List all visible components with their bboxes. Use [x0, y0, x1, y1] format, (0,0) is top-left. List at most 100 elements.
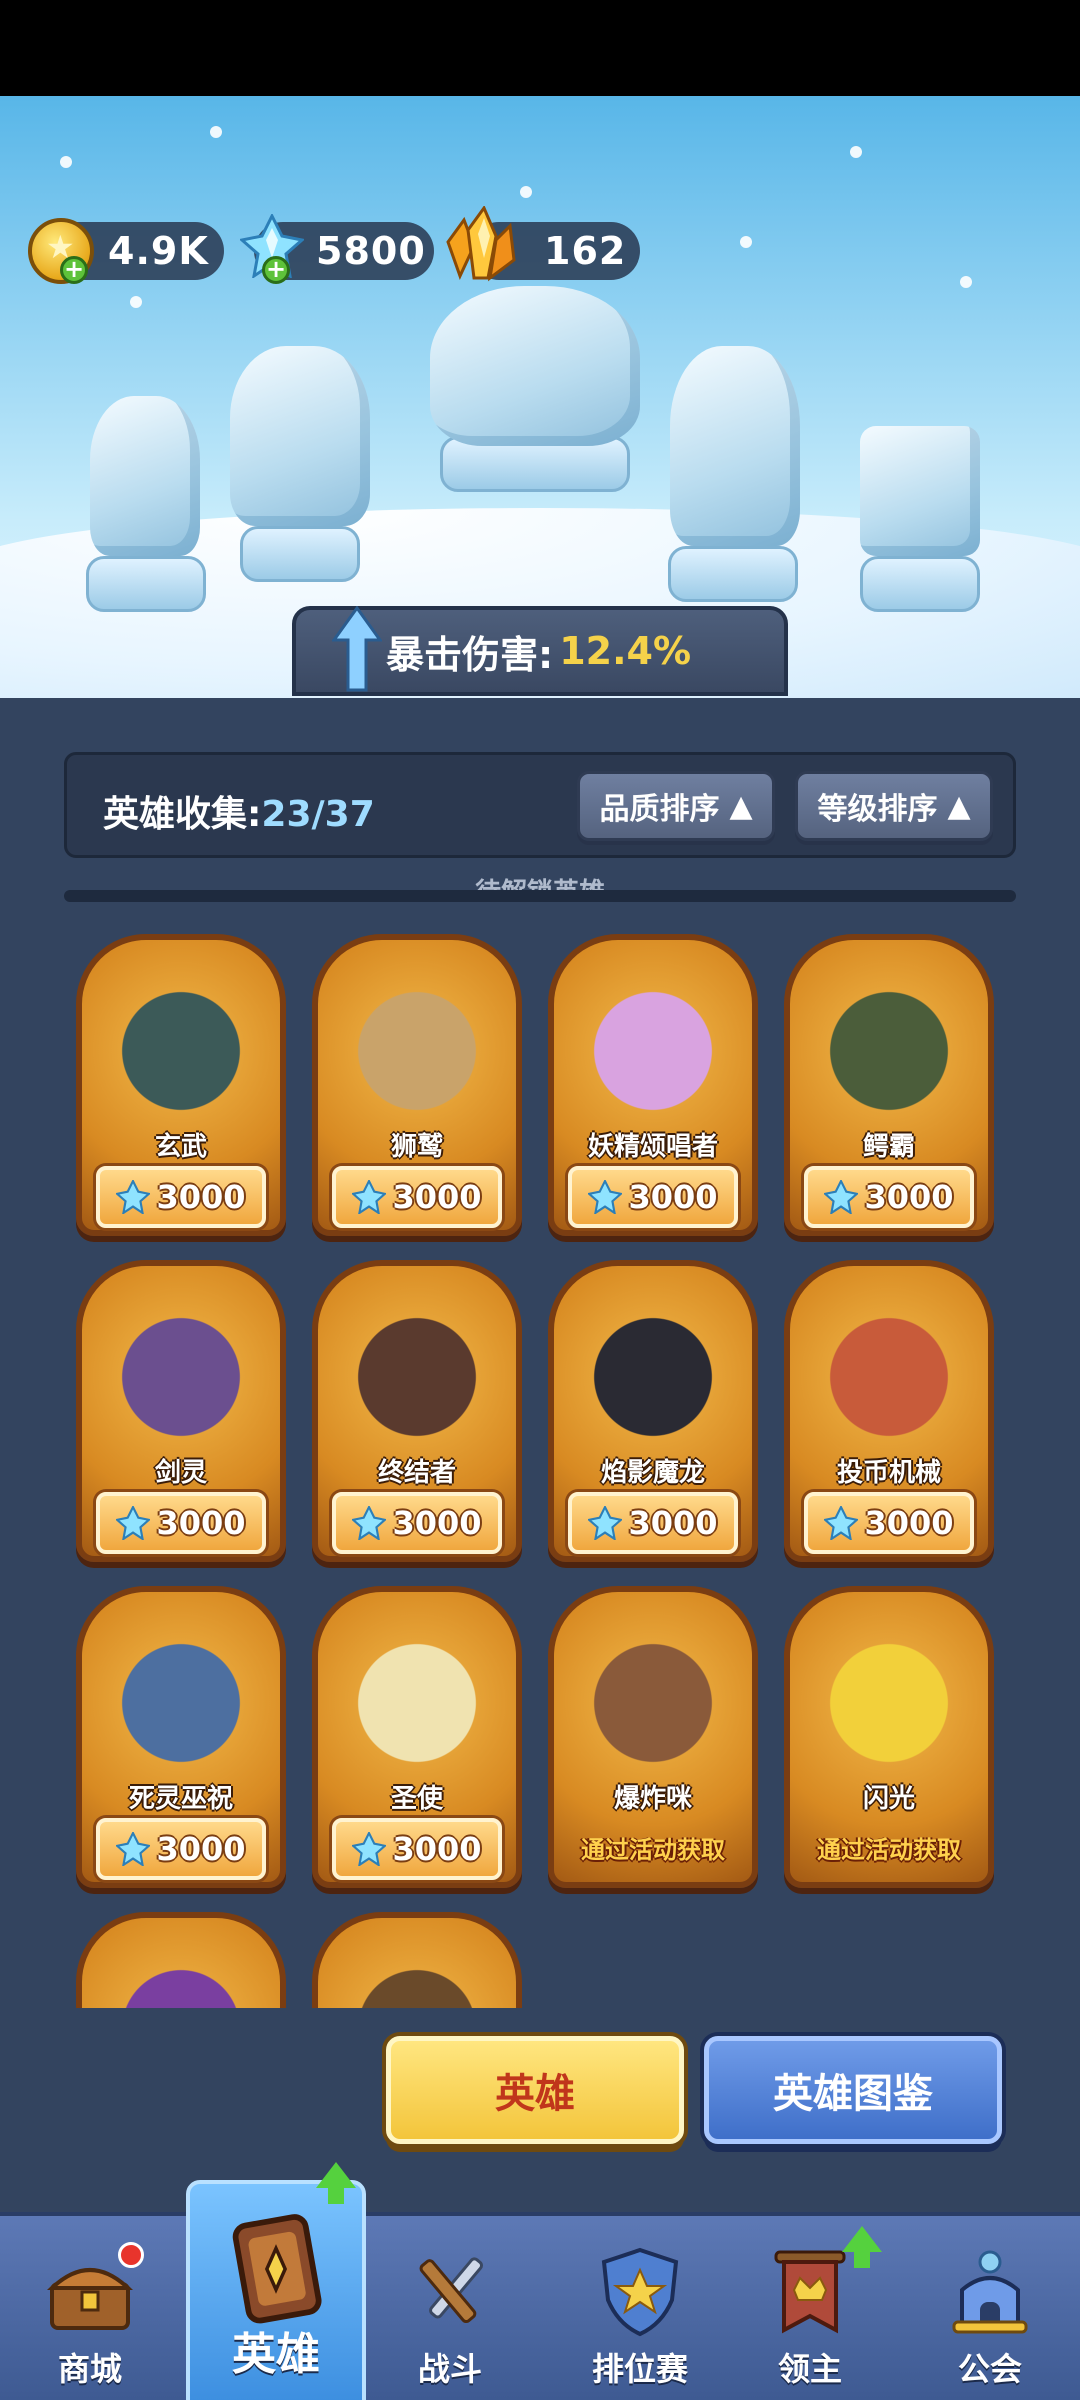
hero-card[interactable]: 终结者 3000	[312, 1260, 522, 1562]
hero-card[interactable]: 妖精颂唱者 3000	[548, 934, 758, 1236]
blue-crystal-icon	[824, 1180, 859, 1214]
hero-portrait	[814, 976, 964, 1126]
blue-crystal-icon	[352, 1832, 387, 1866]
unlock-button[interactable]: 3000	[332, 1492, 502, 1554]
hero-name: 妖精颂唱者	[587, 1132, 718, 1162]
hero-codex-button[interactable]: 英雄图鉴	[704, 2036, 1002, 2144]
sort-level-label: 等级排序	[817, 792, 938, 827]
unlock-price: 3000	[864, 1178, 954, 1216]
hero-portrait	[814, 1302, 964, 1452]
sort-by-quality-button[interactable]: 品质排序 ▲	[577, 771, 775, 841]
add-coins-icon[interactable]: +	[60, 256, 88, 284]
nav-heroes[interactable]: 英雄	[186, 2162, 366, 2400]
event-acquire-text: 通过活动获取	[581, 1836, 725, 1864]
hero-name: 圣使	[390, 1784, 443, 1814]
hero-portrait	[342, 1628, 492, 1778]
nav-battle-label: 战斗	[417, 2350, 482, 2388]
hero-card[interactable]: 闪光 通过活动获取	[784, 1586, 994, 1888]
sort-by-level-button[interactable]: 等级排序 ▲	[795, 771, 993, 841]
warrior-statue	[90, 396, 200, 556]
statue-pedestal	[860, 556, 980, 612]
blue-crystal-icon	[588, 1180, 623, 1214]
unlock-price: 3000	[628, 1178, 718, 1216]
hero-card[interactable]: 玄武 3000	[76, 934, 286, 1236]
statue-pedestal	[86, 556, 206, 612]
unlock-price: 3000	[864, 1504, 954, 1542]
triangle-up-icon: ▲	[729, 788, 753, 824]
unlock-price: 3000	[392, 1178, 482, 1216]
heroes-tab-button[interactable]: 英雄	[386, 2036, 684, 2144]
blue-crystal-icon	[116, 1832, 151, 1866]
unlock-button[interactable]: 3000	[332, 1818, 502, 1880]
crit-damage-plate: 暴击伤害: 12.4%	[292, 606, 788, 696]
hero-card[interactable]: 焰影魔龙 3000	[548, 1260, 758, 1562]
griffin-statue	[230, 346, 370, 526]
hero-portrait	[814, 1628, 964, 1778]
hero-card-icon	[232, 2214, 322, 2324]
hero-card[interactable]: 剑灵 3000	[76, 1260, 286, 1562]
nav-battle[interactable]: 战斗	[360, 2216, 540, 2400]
hero-card[interactable]: 爆炸咪 通过活动获取	[548, 1586, 758, 1888]
dragon-statue	[430, 286, 640, 446]
unlock-button[interactable]: 3000	[568, 1492, 738, 1554]
collection-header: 英雄收集:23/37 品质排序 ▲ 等级排序 ▲	[64, 752, 1016, 858]
hero-portrait	[342, 976, 492, 1126]
statue-pedestal	[240, 526, 360, 582]
section-title: 待解锁英雄	[0, 872, 1080, 890]
hero-grid[interactable]: 玄武 3000 狮鹫 3000 妖精颂唱者 3000 鳄霸 3000 剑灵 30…	[76, 934, 1006, 2008]
hero-name: 闪光	[862, 1784, 915, 1814]
snowflake	[960, 276, 972, 288]
snowflake	[210, 126, 222, 138]
unlock-button[interactable]: 3000	[804, 1492, 974, 1554]
crit-value: 12.4%	[559, 629, 692, 673]
nav-lord[interactable]: 领主	[720, 2216, 900, 2400]
collection-label: 英雄收集:23/37	[103, 785, 375, 837]
up-arrow-icon	[332, 606, 382, 692]
hero-portrait	[106, 976, 256, 1126]
unlock-button[interactable]: 3000	[96, 1166, 266, 1228]
blue-crystal-icon	[116, 1506, 151, 1540]
unlock-button[interactable]: 3000	[804, 1166, 974, 1228]
unlock-button[interactable]: 3000	[568, 1166, 738, 1228]
nav-shop[interactable]: 商城	[0, 2216, 180, 2400]
hero-name: 狮鹫	[390, 1132, 443, 1162]
hero-card[interactable]	[312, 1912, 522, 2008]
blue-crystal-icon	[116, 1180, 151, 1214]
unlock-price: 3000	[156, 1178, 246, 1216]
hero-portrait	[578, 1302, 728, 1452]
unlock-price: 3000	[628, 1504, 718, 1542]
triangle-up-icon: ▲	[947, 788, 971, 824]
collection-count: 23/37	[261, 794, 375, 835]
nav-ranked[interactable]: 排位赛	[550, 2216, 730, 2400]
add-gems-icon[interactable]: +	[262, 256, 290, 284]
event-acquire-text: 通过活动获取	[817, 1836, 961, 1864]
upgrade-arrow-icon	[316, 2162, 356, 2204]
hero-card[interactable]: 投币机械 3000	[784, 1260, 994, 1562]
hero-name: 死灵巫祝	[128, 1784, 233, 1814]
hero-portrait	[106, 1954, 256, 2008]
amber-amount: 162	[544, 229, 627, 273]
unlock-button[interactable]: 3000	[96, 1492, 266, 1554]
hero-card[interactable]: 死灵巫祝 3000	[76, 1586, 286, 1888]
nav-heroes-label: 英雄	[232, 2329, 320, 2380]
unlock-button[interactable]: 3000	[96, 1818, 266, 1880]
hero-portrait	[342, 1954, 492, 2008]
hero-card[interactable]	[76, 1912, 286, 2008]
collection-label-text: 英雄收集:	[103, 794, 262, 835]
unlock-button[interactable]: 3000	[332, 1166, 502, 1228]
blue-crystal-icon	[824, 1506, 859, 1540]
machine-statue	[860, 426, 980, 556]
nav-shop-label: 商城	[57, 2350, 122, 2388]
hero-card[interactable]: 圣使 3000	[312, 1586, 522, 1888]
gem-amount: 5800	[316, 229, 426, 273]
snowflake	[60, 156, 72, 168]
sort-quality-label: 品质排序	[599, 792, 720, 827]
hero-card[interactable]: 狮鹫 3000	[312, 934, 522, 1236]
hero-card[interactable]: 鳄霸 3000	[784, 934, 994, 1236]
crown-banner-icon	[774, 2250, 846, 2334]
crossed-weapons-icon	[419, 2257, 483, 2324]
blue-crystal-icon	[352, 1506, 387, 1540]
nav-ranked-label: 排位赛	[591, 2350, 688, 2388]
nav-guild[interactable]: 公会	[900, 2216, 1080, 2400]
section-divider	[64, 890, 1016, 902]
